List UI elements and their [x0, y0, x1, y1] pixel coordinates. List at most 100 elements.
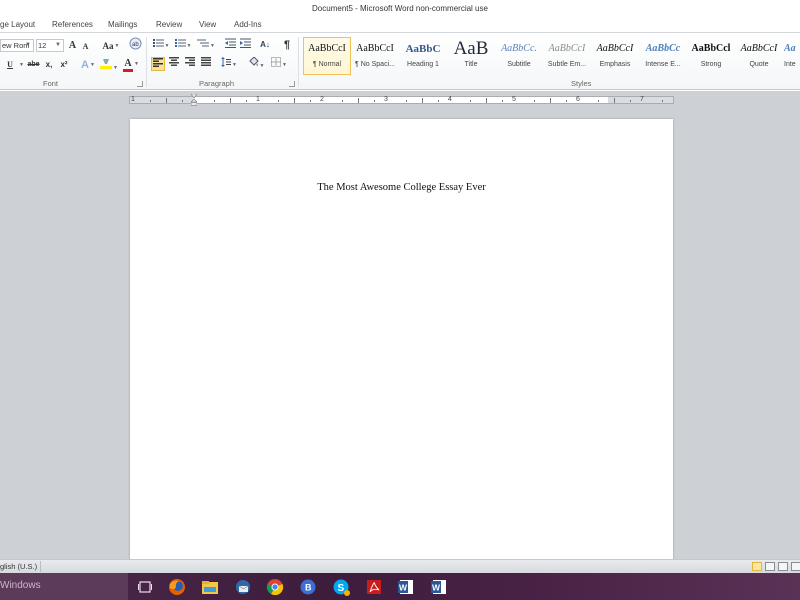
paint-bucket-icon: [248, 56, 259, 66]
status-bar: glish (U.S.): [0, 559, 800, 573]
tab-view[interactable]: View: [199, 19, 216, 31]
sort-button[interactable]: A↓: [258, 38, 272, 52]
task-view-icon[interactable]: [135, 577, 155, 597]
align-center-button[interactable]: [167, 57, 181, 71]
style-subtitle[interactable]: AaBbCc. Subtitle: [495, 37, 543, 75]
tab-review[interactable]: Review: [156, 19, 182, 31]
underline-dropdown[interactable]: ▼: [19, 62, 24, 68]
font-name-combo[interactable]: ew Rom ▼: [0, 39, 34, 52]
increase-indent-button[interactable]: [239, 38, 251, 52]
style-name: Intense E...: [645, 61, 681, 68]
align-center-icon: [169, 57, 179, 66]
styles-group-label: Styles: [571, 79, 592, 88]
underline-button[interactable]: U: [5, 58, 15, 72]
word-icon[interactable]: W: [396, 577, 416, 597]
acrobat-icon[interactable]: [364, 577, 384, 597]
change-case-button[interactable]: Aa▼: [102, 39, 120, 53]
font-size-combo[interactable]: 12 ▼: [36, 39, 64, 52]
style-heading-1[interactable]: AaBbC Heading 1: [399, 37, 447, 75]
ruler-tick: [230, 98, 231, 103]
horizontal-ruler[interactable]: 1 1 2 3 4 5 6 7: [129, 96, 674, 104]
shrink-font-button[interactable]: A: [80, 40, 91, 54]
style-intense-emphasis[interactable]: AaBbCc Intense E...: [639, 37, 687, 75]
align-right-button[interactable]: [183, 57, 197, 71]
font-dialog-launcher[interactable]: [137, 81, 143, 87]
font-color-icon: A: [123, 59, 134, 73]
ruler-number: 7: [640, 96, 644, 103]
style-strong[interactable]: AaBbCcl Strong: [687, 37, 735, 75]
svg-text:B: B: [305, 583, 312, 593]
ruler-tick: [614, 98, 615, 103]
bullets-button[interactable]: ▼: [152, 38, 170, 52]
style-normal[interactable]: AaBbCcI ¶ Normal: [303, 37, 351, 75]
text-effects-button[interactable]: A▼: [80, 58, 96, 72]
ruler-tick: [534, 100, 535, 102]
style-preview: AaB: [453, 38, 489, 59]
taskbar-search-box[interactable]: Windows: [0, 573, 128, 600]
style-emphasis[interactable]: AaBbCcI Emphasis: [591, 37, 639, 75]
shading-button[interactable]: ▼: [246, 56, 266, 71]
clear-formatting-icon: ab: [129, 37, 141, 50]
style-preview: AaBbCc: [645, 43, 681, 54]
borders-button[interactable]: ▼: [269, 57, 289, 71]
ruler-tick: [342, 100, 343, 102]
file-explorer-icon[interactable]: [200, 577, 220, 597]
indent-marker[interactable]: [191, 94, 197, 106]
underline-icon: U: [7, 60, 13, 69]
web-layout-view-button[interactable]: [778, 562, 788, 571]
ribbon-tabs: ge Layout References Mailings Review Vie…: [0, 17, 800, 33]
outline-view-button[interactable]: [791, 562, 800, 571]
word-icon[interactable]: W: [429, 577, 449, 597]
language-indicator[interactable]: glish (U.S.): [0, 561, 42, 572]
style-name: ¶ No Spaci...: [355, 61, 395, 68]
font-size-value: 12: [38, 41, 47, 50]
justify-button[interactable]: [199, 57, 213, 71]
multilevel-list-button[interactable]: ▼: [196, 38, 216, 52]
borders-icon: [271, 57, 282, 67]
grow-font-button[interactable]: A: [67, 39, 78, 53]
style-preview: AaBbCcl: [691, 43, 731, 54]
thunderbird-icon[interactable]: [233, 577, 253, 597]
line-spacing-icon: [221, 57, 232, 67]
strikethrough-button[interactable]: abe: [27, 58, 40, 72]
tab-add-ins[interactable]: Add-Ins: [234, 19, 262, 31]
ruler-tick: [438, 100, 439, 102]
style-preview: AaBbCcI: [548, 43, 586, 54]
style-no-spacing[interactable]: AaBbCcI ¶ No Spaci...: [351, 37, 399, 75]
highlight-button[interactable]: ▼: [100, 57, 118, 71]
ruler-tick: [246, 100, 247, 102]
style-quote[interactable]: AaBbCcI Quote: [735, 37, 783, 75]
tab-references[interactable]: References: [52, 19, 93, 31]
superscript-button[interactable]: x²: [58, 58, 70, 72]
font-group-label: Font: [43, 79, 59, 88]
document-page[interactable]: The Most Awesome College Essay Ever: [130, 119, 673, 564]
style-subtle-emphasis[interactable]: AaBbCcI Subtle Em...: [543, 37, 591, 75]
print-layout-view-button[interactable]: [752, 562, 762, 571]
grow-font-icon: A: [68, 40, 77, 51]
tab-mailings[interactable]: Mailings: [108, 19, 137, 31]
strikethrough-icon: abe: [27, 61, 40, 68]
skype-icon[interactable]: S: [331, 577, 351, 597]
style-intense-quote[interactable]: Aa Inte: [783, 37, 800, 75]
line-spacing-button[interactable]: ▼: [220, 57, 238, 71]
decrease-indent-button[interactable]: [224, 38, 236, 52]
style-name: Subtitle: [507, 61, 531, 68]
clear-formatting-button[interactable]: ab: [128, 37, 142, 51]
title-bar: Document5 - Microsoft Word non-commercia…: [0, 0, 800, 17]
chrome-icon[interactable]: [265, 577, 285, 597]
numbering-button[interactable]: ▼: [174, 38, 192, 52]
bullets-icon: [152, 39, 164, 47]
firefox-icon[interactable]: [167, 577, 187, 597]
style-name: Title: [464, 61, 478, 68]
full-screen-reading-view-button[interactable]: [765, 562, 775, 571]
align-left-button[interactable]: [151, 57, 165, 71]
document-title-text[interactable]: The Most Awesome College Essay Ever: [130, 182, 673, 193]
paragraph-dialog-launcher[interactable]: [289, 81, 295, 87]
blue-app-icon[interactable]: B: [298, 577, 318, 597]
style-title[interactable]: AaB Title: [447, 37, 495, 75]
font-color-button[interactable]: A ▼: [122, 57, 140, 73]
show-formatting-marks-button[interactable]: ¶: [281, 38, 293, 52]
justify-icon: [201, 57, 211, 66]
tab-page-layout[interactable]: ge Layout: [0, 19, 35, 31]
subscript-button[interactable]: x,: [44, 58, 54, 72]
